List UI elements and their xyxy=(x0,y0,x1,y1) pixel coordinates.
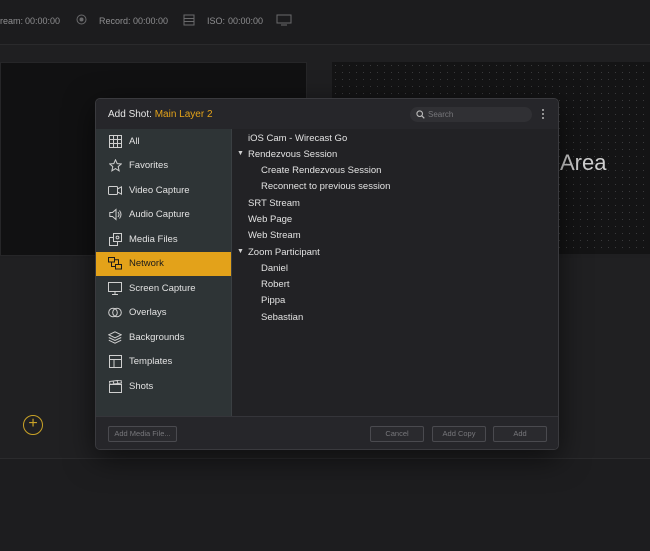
sidebar-item-label: Backgrounds xyxy=(129,331,185,343)
source-list: iOS Cam - Wirecast Go ▼ Rendezvous Sessi… xyxy=(232,129,558,416)
sidebar-item-templates[interactable]: Templates xyxy=(96,350,231,375)
templates-icon xyxy=(108,355,122,369)
sidebar-item-label: Media Files xyxy=(129,233,178,245)
stream-timer: 00:00:00 xyxy=(25,16,61,26)
sidebar-item-label: Video Capture xyxy=(129,184,190,196)
disclosure-triangle-icon[interactable]: ▼ xyxy=(237,248,244,255)
list-item-reconnect-session[interactable]: Reconnect to previous session xyxy=(261,180,390,193)
bottom-panel xyxy=(0,458,650,551)
stream-label: ream: xyxy=(0,16,24,26)
dialog-header: Add Shot: Main Layer 2 xyxy=(96,99,558,129)
sidebar-item-audio-capture[interactable]: Audio Capture xyxy=(96,203,231,228)
clapperboard-icon xyxy=(108,379,122,393)
record-label: Record: xyxy=(99,16,131,26)
add-media-file-button[interactable]: Add Media File... xyxy=(108,426,177,442)
record-timer: 00:00:00 xyxy=(133,16,169,26)
sidebar-item-backgrounds[interactable]: Backgrounds xyxy=(96,325,231,350)
search-icon xyxy=(416,110,425,119)
add-button[interactable]: Add xyxy=(493,426,547,442)
sidebar-item-label: Favorites xyxy=(129,160,169,172)
sidebar-item-favorites[interactable]: Favorites xyxy=(96,154,231,179)
sidebar-item-label: Shots xyxy=(129,380,154,392)
sidebar-item-label: Network xyxy=(129,258,164,270)
cancel-button[interactable]: Cancel xyxy=(370,426,424,442)
sidebar-item-label: All xyxy=(129,135,140,147)
dialog-title-prefix: Add Shot: xyxy=(108,109,155,120)
sidebar-item-video-capture[interactable]: Video Capture xyxy=(96,178,231,203)
list-item-daniel[interactable]: Daniel xyxy=(261,262,288,275)
star-icon xyxy=(108,159,122,173)
status-bar: ream: 00:00:00 Record: 00:00:00 ISO: 00:… xyxy=(0,0,650,45)
grid-icon xyxy=(108,134,122,148)
search-box[interactable] xyxy=(410,107,532,122)
category-sidebar: All Favorites Video Capture Audio Captur… xyxy=(96,129,232,416)
dialog-footer: Add Media File... Cancel Add Copy Add xyxy=(96,416,558,449)
sidebar-item-label: Screen Capture xyxy=(129,282,196,294)
dialog-title-layer: Main Layer 2 xyxy=(154,109,213,120)
list-item-web-page[interactable]: Web Page xyxy=(248,213,292,226)
sidebar-item-label: Templates xyxy=(129,356,173,368)
microphone-icon xyxy=(108,208,122,222)
search-input[interactable] xyxy=(428,108,528,121)
iso-label: ISO: xyxy=(207,16,226,26)
sidebar-item-media-files[interactable]: Media Files xyxy=(96,227,231,252)
list-item-sebastian[interactable]: Sebastian xyxy=(261,311,303,324)
add-copy-button[interactable]: Add Copy xyxy=(432,426,486,442)
media-files-icon xyxy=(108,232,122,246)
record-dot-icon[interactable] xyxy=(76,14,87,27)
overlays-icon xyxy=(108,306,122,320)
video-camera-icon xyxy=(108,183,122,197)
sidebar-item-all[interactable]: All xyxy=(96,129,231,154)
live-area-label: Area xyxy=(560,150,607,175)
sidebar-item-screen-capture[interactable]: Screen Capture xyxy=(96,276,231,301)
add-shot-dialog: Add Shot: Main Layer 2 All Favorites Vid… xyxy=(95,98,559,450)
layers-icon xyxy=(108,330,122,344)
list-item-web-stream[interactable]: Web Stream xyxy=(248,229,301,242)
monitor-output-icon[interactable] xyxy=(276,14,292,28)
monitor-icon xyxy=(108,281,122,295)
sidebar-item-overlays[interactable]: Overlays xyxy=(96,301,231,326)
list-item-ios-cam[interactable]: iOS Cam - Wirecast Go xyxy=(248,132,347,145)
iso-timer: 00:00:00 xyxy=(228,16,264,26)
network-icon xyxy=(108,257,122,271)
list-item-srt-stream[interactable]: SRT Stream xyxy=(248,197,300,210)
add-shot-icon[interactable]: + xyxy=(23,415,43,435)
list-item-zoom-participant[interactable]: Zoom Participant xyxy=(248,246,320,259)
sidebar-item-network[interactable]: Network xyxy=(96,251,231,276)
list-item-robert[interactable]: Robert xyxy=(261,278,290,291)
list-item-pippa[interactable]: Pippa xyxy=(261,294,285,307)
dialog-title: Add Shot: Main Layer 2 xyxy=(108,109,213,120)
sidebar-item-label: Audio Capture xyxy=(129,209,190,221)
disclosure-triangle-icon[interactable]: ▼ xyxy=(237,150,244,157)
sidebar-item-shots[interactable]: Shots xyxy=(96,374,231,399)
sidebar-item-label: Overlays xyxy=(129,307,167,319)
list-item-create-rendezvous[interactable]: Create Rendezvous Session xyxy=(261,164,381,177)
more-options-icon[interactable] xyxy=(539,107,547,121)
iso-record-icon[interactable] xyxy=(183,14,195,28)
list-item-rendezvous-session[interactable]: Rendezvous Session xyxy=(248,148,337,161)
